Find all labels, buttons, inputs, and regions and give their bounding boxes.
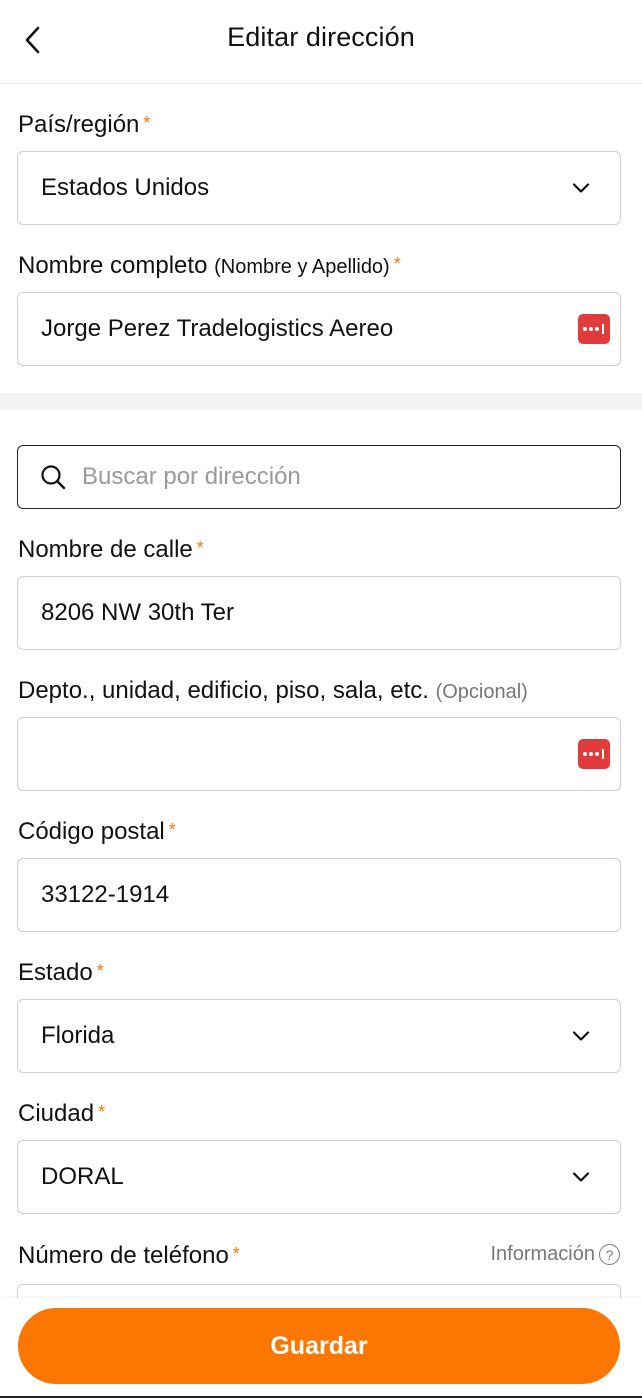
chevron-down-icon xyxy=(572,1172,590,1182)
full-name-label-text: Nombre completo xyxy=(18,252,208,279)
unit-label: Depto., unidad, edificio, piso, sala, et… xyxy=(18,677,528,705)
state-label: Estado * xyxy=(18,959,104,987)
required-marker: * xyxy=(168,820,176,840)
required-marker: * xyxy=(96,961,104,981)
save-button[interactable]: Guardar xyxy=(18,1308,620,1384)
postal-value: 33122-1914 xyxy=(41,881,170,908)
country-value: Estados Unidos xyxy=(41,174,210,201)
full-name-input[interactable]: Jorge Perez Tradelogistics Aereo xyxy=(17,292,621,366)
footer-bar: Guardar xyxy=(0,1298,642,1398)
full-name-value: Jorge Perez Tradelogistics Aereo xyxy=(41,315,394,342)
phone-label: Número de teléfono * xyxy=(18,1242,240,1270)
search-icon xyxy=(41,465,66,490)
country-label: País/región * xyxy=(18,111,150,139)
state-label-text: Estado xyxy=(18,959,93,986)
required-marker: * xyxy=(143,113,151,133)
street-input[interactable]: 8206 NW 30th Ter xyxy=(17,576,621,650)
city-select[interactable]: DORAL xyxy=(17,1140,621,1214)
top-bar: Editar dirección xyxy=(0,0,642,84)
street-label: Nombre de calle * xyxy=(18,536,204,564)
page-title: Editar dirección xyxy=(227,22,415,52)
unit-label-text: Depto., unidad, edificio, piso, sala, et… xyxy=(18,677,429,704)
address-search-input[interactable]: Buscar por dirección xyxy=(17,445,621,509)
city-label: Ciudad * xyxy=(18,1100,105,1128)
full-name-sublabel: (Nombre y Apellido) xyxy=(214,256,390,278)
chevron-down-icon xyxy=(572,183,590,193)
dots-icon xyxy=(583,324,604,334)
street-value: 8206 NW 30th Ter xyxy=(41,599,234,626)
unit-optional-label: (Opcional) xyxy=(435,681,528,703)
city-label-text: Ciudad xyxy=(18,1100,95,1127)
phone-info-link[interactable]: Información ? xyxy=(490,1243,620,1266)
state-value: Florida xyxy=(41,1022,115,1049)
dots-icon xyxy=(583,749,604,759)
unit-input[interactable] xyxy=(17,717,621,791)
postal-input[interactable]: 33122-1914 xyxy=(17,858,621,932)
required-marker: * xyxy=(232,1244,240,1264)
chevron-down-icon xyxy=(572,1031,590,1041)
password-manager-icon[interactable] xyxy=(578,314,610,344)
password-manager-icon[interactable] xyxy=(578,739,610,769)
city-value: DORAL xyxy=(41,1163,124,1190)
required-marker: * xyxy=(98,1102,106,1122)
country-select[interactable]: Estados Unidos xyxy=(17,151,621,225)
section-divider xyxy=(0,393,642,410)
full-name-label: Nombre completo (Nombre y Apellido) * xyxy=(18,252,401,280)
phone-label-text: Número de teléfono xyxy=(18,1242,229,1269)
info-label: Información xyxy=(490,1243,596,1265)
street-label-text: Nombre de calle xyxy=(18,536,193,563)
state-select[interactable]: Florida xyxy=(17,999,621,1073)
question-icon: ? xyxy=(599,1244,620,1265)
country-label-text: País/región xyxy=(18,111,140,138)
postal-label: Código postal * xyxy=(18,818,176,846)
search-placeholder: Buscar por dirección xyxy=(82,463,301,490)
required-marker: * xyxy=(393,254,401,274)
required-marker: * xyxy=(196,538,204,558)
postal-label-text: Código postal xyxy=(18,818,165,845)
